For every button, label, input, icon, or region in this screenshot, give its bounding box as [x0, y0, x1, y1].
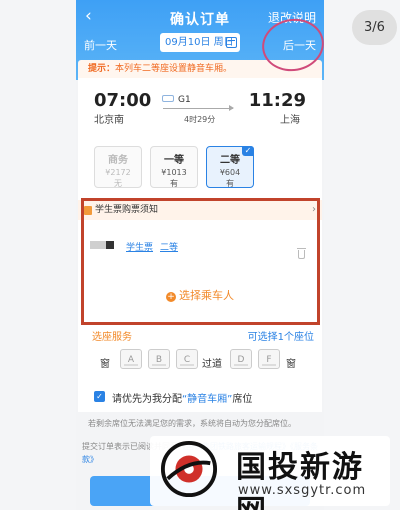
depart-time: 07:00 [94, 90, 152, 111]
highlight-box [81, 198, 320, 325]
watermark-logo-icon [160, 440, 218, 498]
window-label-left: 窗 [100, 359, 110, 370]
trip-duration: 4时29分 [184, 115, 216, 124]
watermark-url: www.sxsgytr.com [238, 483, 367, 498]
seat-class-status: 无 [114, 179, 122, 188]
calendar-icon [226, 37, 237, 48]
seat-class-second[interactable]: 二等 ¥604 有 ✓ [206, 146, 254, 188]
quiet-car-highlight: “静音车厢” [182, 394, 233, 405]
seat-class-price: ¥2172 [105, 168, 131, 177]
seat-class-name: 一等 [164, 155, 184, 166]
seat-c[interactable]: C [176, 349, 198, 369]
arrive-time: 11:29 [248, 90, 306, 111]
seat-class-name: 商务 [108, 155, 128, 166]
check-icon: ✓ [242, 146, 254, 156]
page-indicator: 3/6 [352, 10, 397, 45]
train-icon [162, 95, 174, 102]
seat-count-text: 可选择1个座位 [247, 332, 314, 343]
depart-station: 北京南 [94, 115, 124, 126]
date-selector[interactable]: 09月10日 周日 [160, 33, 240, 52]
seat-d[interactable]: D [230, 349, 252, 369]
arrive-station: 上海 [280, 115, 300, 126]
seat-a[interactable]: A [120, 349, 142, 369]
quiet-car-prefix: 请优先为我分配 [112, 394, 182, 405]
aisle-label: 过道 [202, 359, 222, 370]
date-label: 09月10日 周日 [165, 37, 234, 48]
seat-f[interactable]: F [258, 349, 280, 369]
watermark: 国投新游网 www.sxsgytr.com [150, 436, 390, 510]
seat-class-status: 有 [170, 179, 178, 188]
train-number: G1 [178, 95, 191, 105]
seat-class-status: 有 [226, 179, 234, 188]
tip-label: 提示： [88, 64, 116, 74]
seat-class-row: 商务 ¥2172 无 一等 ¥1013 有 二等 ¥604 有 ✓ [78, 140, 322, 198]
watermark-title: 国投新游网 [236, 450, 364, 510]
tip-text: 本列车二等座设置静音车厢。 [115, 64, 233, 74]
train-info-card: 07:00 北京南 G1 4时29分 11:29 上海 [78, 78, 322, 140]
seat-class-price: ¥604 [219, 168, 241, 177]
seat-selection-label: 选座服务 [92, 332, 132, 343]
window-label-right: 窗 [286, 359, 296, 370]
seat-class-price: ¥1013 [161, 168, 187, 177]
quiet-car-checkbox[interactable]: ✓ [94, 391, 105, 402]
seat-b[interactable]: B [148, 349, 170, 369]
quiet-car-text: 请优先为我分配“静音车厢”席位 [112, 390, 252, 405]
screenshot-root: ‹ 确认订单 退改说明 前一天 后一天 09月10日 周日 提示：本列车二等座设… [0, 0, 400, 510]
prev-day-button[interactable]: 前一天 [84, 37, 117, 53]
seat-class-first[interactable]: 一等 ¥1013 有 [150, 146, 198, 188]
quiet-car-suffix: 席位 [232, 394, 253, 405]
route-arrow [163, 105, 234, 111]
quiet-car-note: 若剩余席位无法满足您的需求，系统将自动为您分配席位。 [88, 419, 296, 428]
seat-class-business[interactable]: 商务 ¥2172 无 [94, 146, 142, 188]
